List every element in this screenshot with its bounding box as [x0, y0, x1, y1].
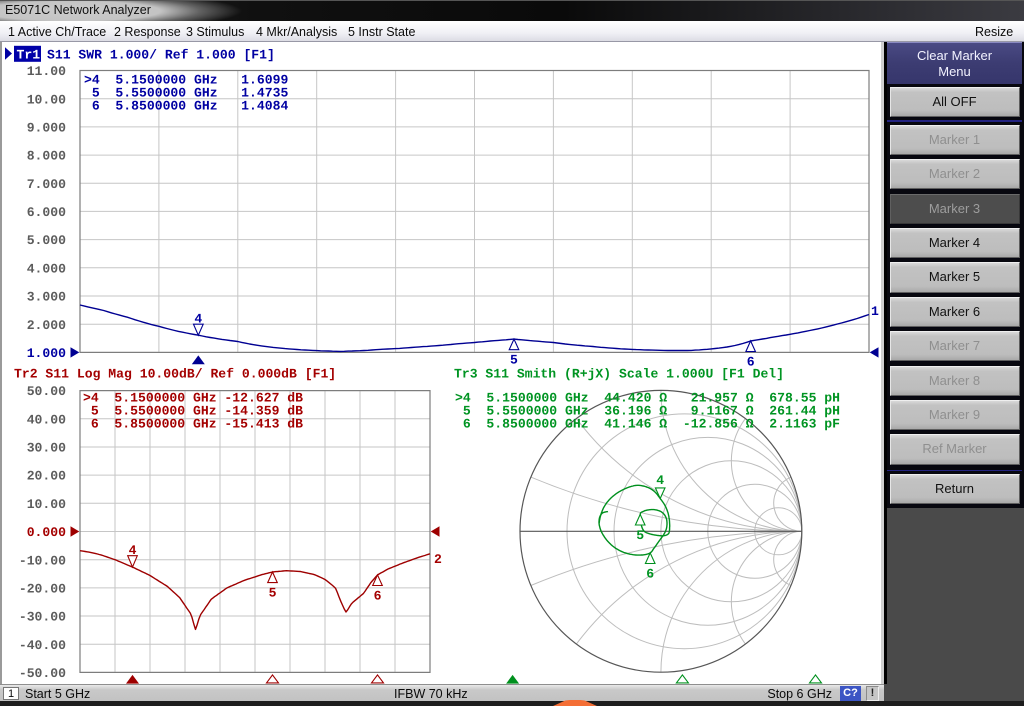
svg-text:-50.00: -50.00 — [19, 666, 66, 681]
svg-text:2.000: 2.000 — [27, 318, 66, 333]
svg-text:4: 4 — [656, 473, 664, 488]
svg-text:S11 SWR 1.000/ Ref 1.000 [F1]: S11 SWR 1.000/ Ref 1.000 [F1] — [47, 48, 275, 63]
svg-text:30.00: 30.00 — [27, 441, 66, 456]
svg-text:1: 1 — [871, 304, 879, 319]
svg-text:4.000: 4.000 — [27, 261, 66, 276]
svg-text:Tr1: Tr1 — [17, 48, 41, 63]
svg-text:6 5.8500000 GHz 1.4084: 6 5.8500000 GHz 1.4084 — [84, 99, 288, 114]
svg-text:9.000: 9.000 — [27, 120, 66, 135]
svg-text:6: 6 — [646, 566, 654, 581]
svg-text:6 5.8500000 GHz 41.146 Ω -1: 6 5.8500000 GHz 41.146 Ω -12.856 Ω 2.116… — [455, 417, 840, 432]
svg-text:5: 5 — [269, 585, 277, 600]
svg-text:10.00: 10.00 — [27, 497, 66, 512]
svg-text:10.00: 10.00 — [27, 92, 66, 107]
svg-text:5: 5 — [510, 353, 518, 368]
svg-text:3.000: 3.000 — [27, 290, 66, 305]
svg-text:20.00: 20.00 — [27, 469, 66, 484]
svg-text:-10.00: -10.00 — [19, 553, 66, 568]
svg-text:2: 2 — [434, 552, 442, 567]
svg-text:6: 6 — [374, 588, 382, 603]
svg-text:Tr3 S11 Smith (R+jX) Scale 1.0: Tr3 S11 Smith (R+jX) Scale 1.000U [F1 De… — [454, 366, 784, 381]
svg-text:Tr2 S11 Log Mag 10.00dB/ Ref 0: Tr2 S11 Log Mag 10.00dB/ Ref 0.000dB [F1… — [14, 366, 336, 381]
svg-text:50.00: 50.00 — [27, 384, 66, 399]
svg-text:8.000: 8.000 — [27, 149, 66, 164]
svg-text:-20.00: -20.00 — [19, 581, 66, 596]
svg-text:1.000: 1.000 — [27, 346, 66, 361]
svg-text:40.00: 40.00 — [27, 412, 66, 427]
svg-text:6.000: 6.000 — [27, 205, 66, 220]
svg-text:7.000: 7.000 — [27, 177, 66, 192]
svg-text:5: 5 — [636, 528, 644, 543]
svg-text:-30.00: -30.00 — [19, 610, 66, 625]
svg-text:11.00: 11.00 — [27, 64, 66, 79]
svg-text:6 5.8500000 GHz -15.413 dB: 6 5.8500000 GHz -15.413 dB — [83, 417, 303, 432]
svg-text:5.000: 5.000 — [27, 233, 66, 248]
svg-text:0.000: 0.000 — [27, 525, 66, 540]
svg-text:-40.00: -40.00 — [19, 638, 66, 653]
